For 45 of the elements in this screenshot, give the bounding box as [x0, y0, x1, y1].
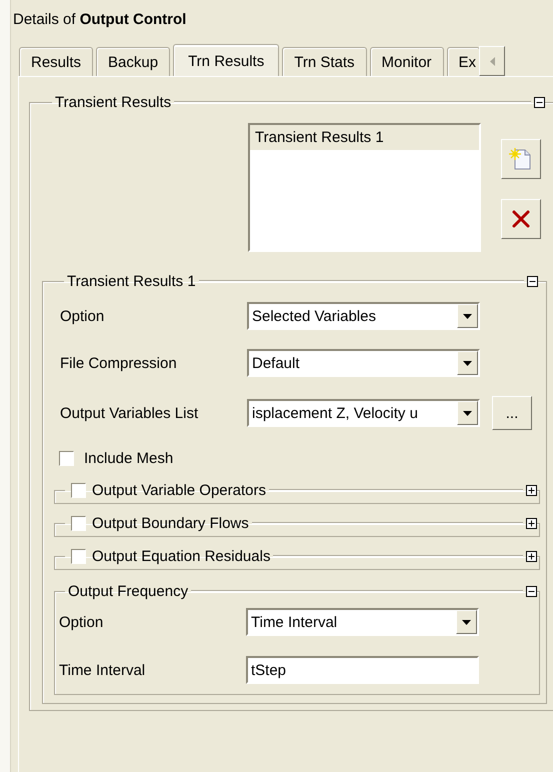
new-button[interactable]	[501, 139, 541, 179]
tab[interactable]: Monitor	[370, 47, 444, 76]
field-label: Output Variables List	[60, 404, 200, 422]
dropdown[interactable]: Default	[247, 349, 480, 377]
collapse-icon[interactable]	[526, 586, 537, 596]
checkbox[interactable]	[59, 451, 74, 466]
dropdown[interactable]: isplacement Z, Velocity u	[247, 399, 480, 427]
tab[interactable]: Trn Stats	[282, 47, 367, 76]
dropdown[interactable]: Time Interval	[246, 608, 479, 636]
tab-scroll-button[interactable]	[479, 46, 506, 76]
collapse-icon[interactable]	[534, 96, 545, 108]
browse-button[interactable]: ...	[492, 396, 532, 430]
section-title: Output Equation Residuals	[91, 548, 272, 564]
field-label: Option	[60, 308, 106, 324]
checkbox[interactable]	[71, 516, 86, 530]
expand-icon[interactable]	[526, 518, 537, 528]
caret-icon	[462, 620, 471, 624]
dropdown[interactable]: Selected Variables	[247, 302, 480, 330]
field-label: File Compression	[60, 354, 178, 372]
caret-icon	[463, 410, 472, 416]
expand-icon[interactable]	[526, 550, 537, 562]
arrow-left-icon	[490, 56, 495, 66]
caret-icon	[463, 314, 472, 318]
delete-icon	[511, 209, 531, 229]
expand-icon[interactable]	[526, 484, 537, 496]
tab[interactable]: Trn Results	[173, 44, 280, 76]
list-item[interactable]: Transient Results 1	[250, 125, 479, 150]
group-title: Transient Results	[54, 94, 172, 110]
text-field[interactable]: tStep	[246, 656, 479, 684]
checkbox[interactable]	[71, 482, 86, 498]
collapse-icon[interactable]	[527, 276, 538, 286]
caret-icon	[463, 360, 472, 366]
page-title: Details of Output Control	[12, 10, 188, 30]
checkbox-label: Include Mesh	[84, 450, 174, 467]
field-label: Option	[59, 614, 104, 630]
group-title: Transient Results 1	[66, 272, 197, 290]
delete-button[interactable]	[501, 199, 541, 239]
tab[interactable]: Ex	[446, 47, 480, 76]
tab[interactable]: Results	[19, 47, 94, 76]
tab[interactable]: Backup	[96, 47, 170, 76]
section-title: Output Boundary Flows	[91, 514, 250, 532]
section-title: Output Variable Operators	[91, 482, 267, 498]
checkbox[interactable]	[71, 548, 86, 564]
field-label: Time Interval	[59, 662, 146, 678]
section-title: Output Frequency	[67, 582, 190, 600]
